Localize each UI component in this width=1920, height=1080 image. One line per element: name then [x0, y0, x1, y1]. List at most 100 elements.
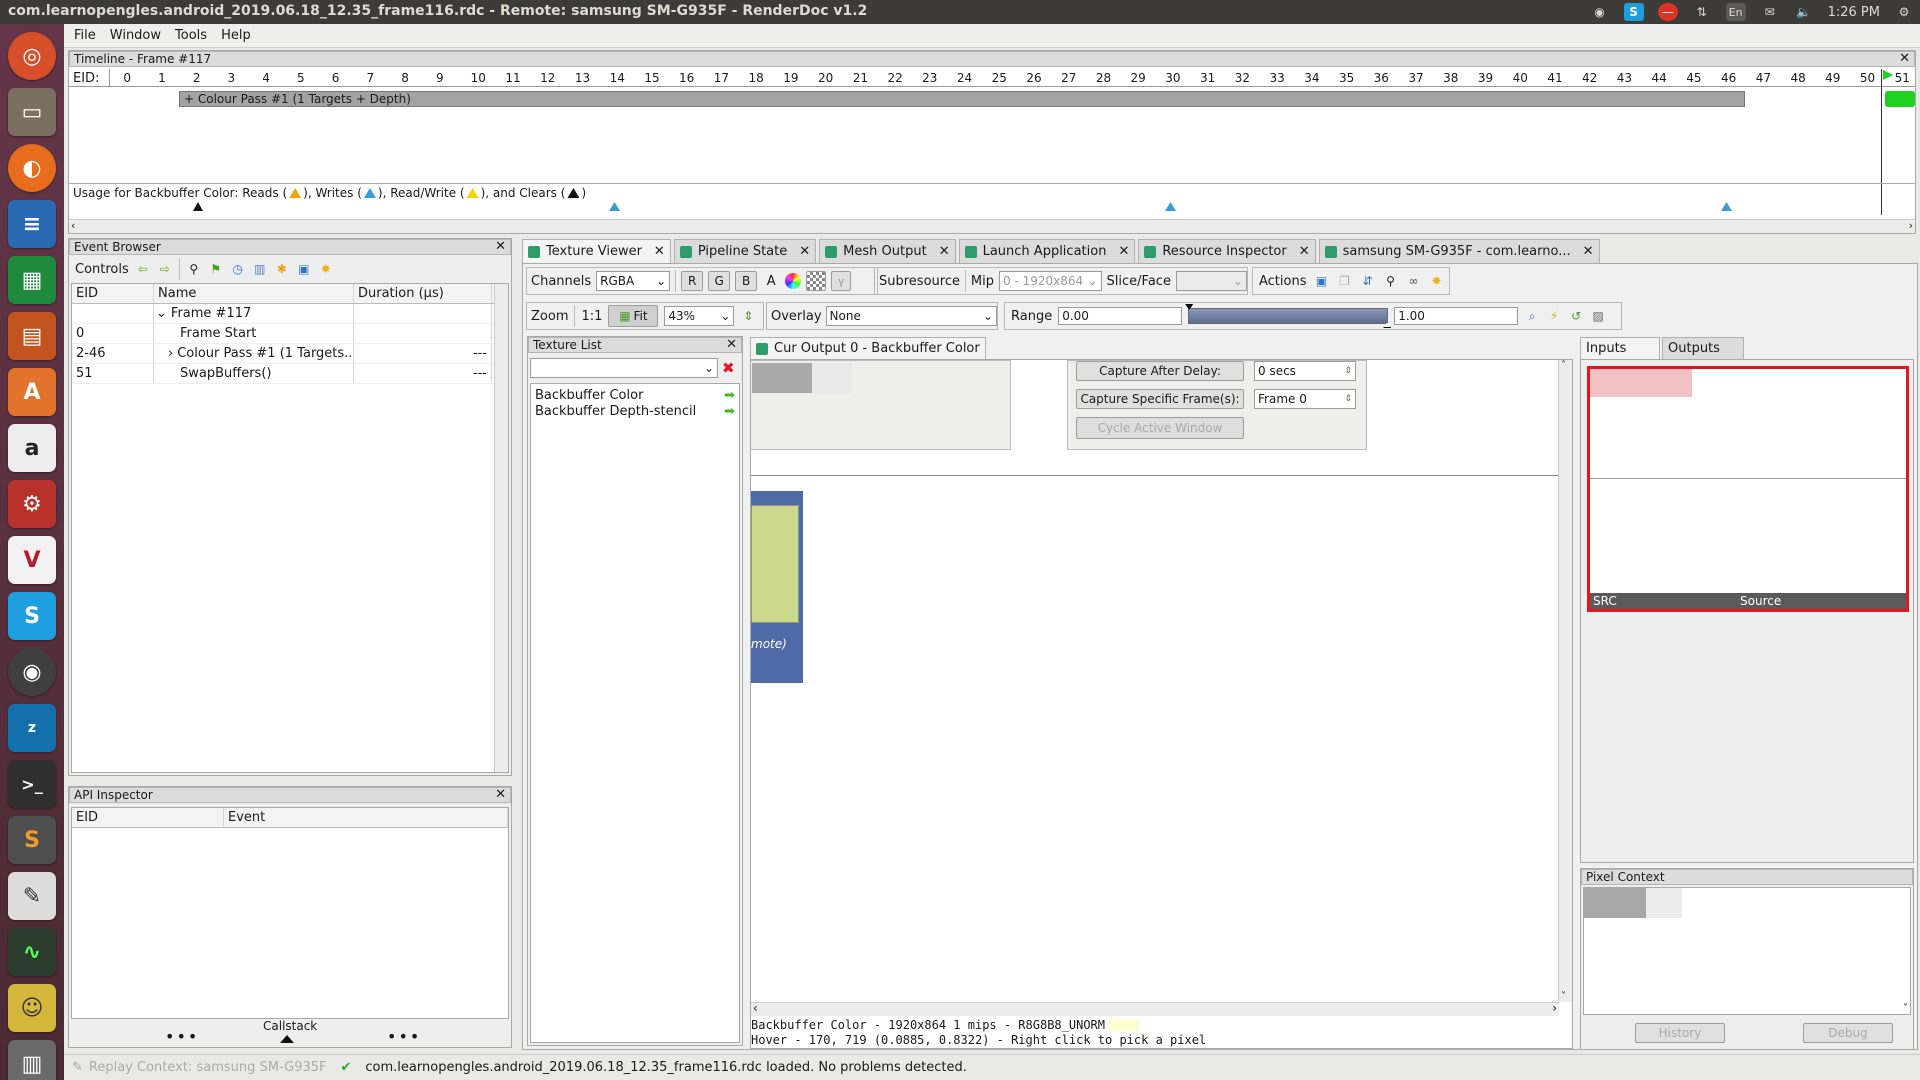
menu-help[interactable]: Help [221, 28, 251, 43]
files-icon[interactable]: ▭ [8, 88, 56, 136]
timeline-tick[interactable]: 8 [401, 71, 409, 85]
timeline-tick[interactable]: 30 [1165, 71, 1180, 85]
write-marker-icon[interactable] [1165, 202, 1176, 211]
history-button[interactable]: History [1635, 1023, 1725, 1043]
timeline-tick[interactable]: 11 [505, 71, 520, 85]
chevron-right-icon[interactable]: › [168, 346, 173, 361]
timeline-tick[interactable]: 38 [1443, 71, 1458, 85]
keyboard-language-icon[interactable]: En [1725, 3, 1746, 21]
chrome-tray-icon[interactable]: ◉ [1590, 3, 1610, 21]
chevron-up-icon[interactable]: ˄ [1561, 360, 1566, 371]
link-icon[interactable]: ∞ [1406, 273, 1422, 289]
impress-icon[interactable]: ▤ [8, 312, 56, 360]
col-name[interactable]: Name [154, 284, 354, 303]
range-min-handle[interactable] [1185, 304, 1194, 310]
chevron-down-icon[interactable]: ⌄ [156, 306, 167, 321]
red-channel-toggle[interactable]: R [681, 271, 704, 291]
system-settings-icon[interactable]: ⚙ [8, 480, 56, 528]
colour-pass-bar[interactable]: + Colour Pass #1 (1 Targets + Depth) [179, 91, 1745, 107]
specific-frame-spinbox[interactable]: Frame 0 ⇕ [1254, 389, 1356, 409]
close-icon[interactable]: ✕ [495, 240, 506, 254]
flip-vertical-icon[interactable]: ⇕ [740, 308, 756, 324]
overlay-select[interactable]: None ⌄ [825, 306, 997, 326]
menu-window[interactable]: Window [110, 28, 161, 43]
timeline-tick[interactable]: 33 [1269, 71, 1284, 85]
timeline-tick[interactable]: 47 [1756, 71, 1771, 85]
timeline-tick[interactable]: 29 [1131, 71, 1146, 85]
capture-after-delay-button[interactable]: Capture After Delay: [1076, 361, 1244, 381]
timeline-tick[interactable]: 35 [1339, 71, 1354, 85]
green-channel-toggle[interactable]: G [708, 271, 731, 291]
checkerboard-icon[interactable] [806, 271, 827, 291]
expand-callstack-icon[interactable] [280, 1035, 294, 1043]
col-eid[interactable]: EID [72, 808, 224, 827]
timeline-tick[interactable]: 23 [922, 71, 937, 85]
timeline-tick[interactable]: 26 [1026, 71, 1041, 85]
settings-star-icon[interactable]: ✸ [1429, 273, 1445, 289]
mail-icon[interactable]: ✉ [1760, 3, 1780, 21]
timeline-tick[interactable]: 14 [610, 71, 625, 85]
list-item[interactable]: Backbuffer Depth-stencil ➡ [535, 404, 735, 420]
texture-filter-select[interactable]: ⌄ [530, 358, 718, 378]
write-marker-icon[interactable] [1721, 202, 1732, 211]
timeline-tick[interactable]: 24 [957, 71, 972, 85]
volume-icon[interactable]: 🔈 [1794, 3, 1814, 21]
timeline-tick[interactable]: 37 [1408, 71, 1423, 85]
timeline-tick[interactable]: 5 [297, 71, 305, 85]
timeline-tick[interactable]: 49 [1825, 71, 1840, 85]
settings-star-icon[interactable]: ✸ [318, 261, 334, 277]
timeline-tick[interactable]: 48 [1790, 71, 1805, 85]
timeline-tick[interactable]: 20 [818, 71, 833, 85]
fit-button[interactable]: ▦ Fit [608, 305, 659, 327]
vnc-icon[interactable]: V [8, 536, 56, 584]
ubuntu-dash-icon[interactable]: ◎ [8, 32, 56, 80]
output-vscrollbar[interactable]: ˄ ˅ [1558, 360, 1572, 1002]
settings-gear-icon[interactable]: ⚙ [1894, 3, 1914, 21]
timeline-tick[interactable]: 4 [262, 71, 270, 85]
tab-pipeline-state[interactable]: Pipeline State ✕ [673, 239, 817, 263]
tab-inputs[interactable]: Inputs [1580, 337, 1660, 359]
timeline-tick[interactable]: 31 [1200, 71, 1215, 85]
next-arrow-icon[interactable]: ⇨ [157, 261, 173, 277]
chrome-icon[interactable]: ◉ [8, 648, 56, 696]
channels-select[interactable]: RGBA ⌄ [596, 271, 671, 291]
chevron-left-icon[interactable]: ‹ [71, 219, 75, 232]
close-icon[interactable]: ✕ [1118, 244, 1129, 259]
thumbnail-highlight[interactable]: SRC Source [1587, 366, 1909, 612]
output-hscrollbar[interactable]: ‹ › [751, 1001, 1559, 1016]
timeline-tick[interactable]: 1 [158, 71, 166, 85]
range-max-input[interactable]: 1.00 [1394, 307, 1519, 325]
tab-mesh-output[interactable]: Mesh Output ✕ [819, 239, 956, 263]
timeline-tick[interactable]: 6 [332, 71, 340, 85]
no-entry-icon[interactable]: — [1657, 3, 1678, 21]
color-wheel-icon[interactable] [785, 273, 802, 289]
chevron-right-icon[interactable]: › [1552, 1001, 1557, 1015]
timeline-tick[interactable]: 18 [749, 71, 764, 85]
network-icon[interactable]: ⇅ [1692, 3, 1712, 21]
firefox-icon[interactable]: ◐ [8, 144, 56, 192]
blue-channel-toggle[interactable]: B [735, 271, 758, 291]
close-icon[interactable]: ✕ [726, 338, 737, 352]
debug-button[interactable]: Debug [1803, 1023, 1893, 1043]
menu-file[interactable]: File [74, 28, 96, 43]
capture-specific-frame-button[interactable]: Capture Specific Frame(s): [1076, 389, 1244, 409]
replay-context[interactable]: ✎ Replay Context: samsung SM-G935F [72, 1060, 327, 1075]
close-icon[interactable]: ✕ [1299, 244, 1310, 259]
chevron-down-icon[interactable]: ˅ [1561, 991, 1566, 1002]
tab-resource-inspector[interactable]: Resource Inspector ✕ [1138, 239, 1316, 263]
timeline-tick[interactable]: 44 [1652, 71, 1667, 85]
callstack-label[interactable]: Callstack [263, 1019, 317, 1033]
timeline-tick[interactable]: 40 [1513, 71, 1528, 85]
skype-icon[interactable]: S [8, 592, 56, 640]
binoculars-icon[interactable]: ⚲ [1383, 273, 1399, 289]
spinner-icon[interactable]: ⇕ [1344, 366, 1352, 376]
columns-icon[interactable]: ▥ [252, 261, 268, 277]
zoom-select[interactable]: 43% ⌄ [664, 306, 735, 326]
chevron-left-icon[interactable]: ‹ [753, 1001, 758, 1015]
timeline-tick[interactable]: 34 [1304, 71, 1319, 85]
timeline-tick[interactable]: 22 [887, 71, 902, 85]
timeline-tick[interactable]: 2 [193, 71, 201, 85]
gamma-icon[interactable]: γ [831, 271, 852, 291]
pixel-context-view[interactable]: ˅ [1583, 887, 1911, 1015]
tab-cur-output[interactable]: Cur Output 0 - Backbuffer Color [750, 337, 986, 359]
